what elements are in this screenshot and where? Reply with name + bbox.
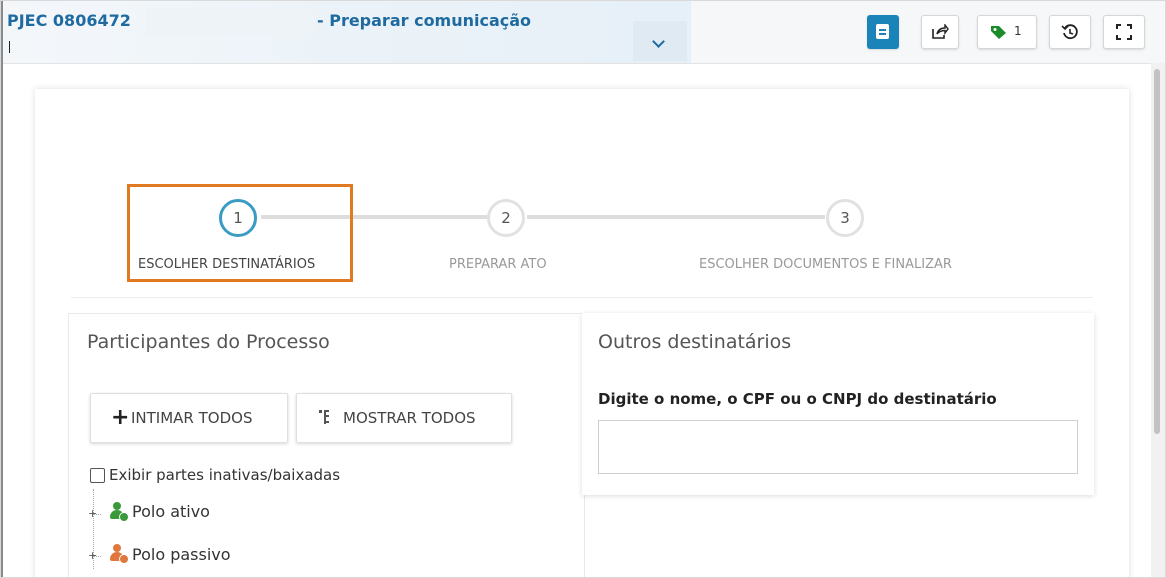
app-frame: PJEC 0806472 - Preparar comunicação 1 1 … — [0, 0, 1166, 578]
window-edge — [1, 1, 3, 577]
process-number: PJEC 0806472 — [7, 11, 131, 30]
fullscreen-icon — [1116, 24, 1132, 40]
person-icon-polo-ativo — [109, 502, 129, 522]
text-caret — [9, 41, 10, 53]
task-title: - Preparar comunicação — [317, 11, 532, 30]
scrollbar-thumb[interactable] — [1154, 69, 1160, 434]
recipient-search-label: Digite o nome, o CPF ou o CNPJ do destin… — [598, 390, 997, 408]
share-icon — [932, 24, 949, 39]
expand-toggle-icon[interactable]: + — [88, 549, 97, 562]
inactive-parties-label[interactable]: Exibir partes inativas/baixadas — [109, 466, 340, 484]
step-2-label[interactable]: PREPARAR ATO — [449, 257, 547, 272]
tree-expand-icon — [319, 410, 329, 424]
participants-title: Participantes do Processo — [87, 331, 330, 353]
plus-icon: + — [111, 405, 130, 430]
history-icon — [1061, 24, 1078, 40]
tree-node-polo-passivo[interactable]: Polo passivo — [132, 545, 231, 564]
tag-icon — [991, 26, 1006, 39]
share-button[interactable] — [921, 15, 959, 49]
mostrar-todos-label: MOSTRAR TODOS — [343, 409, 476, 427]
divider — [71, 297, 1093, 298]
task-header: PJEC 0806472 - Preparar comunicação 1 — [1, 1, 1165, 64]
chevron-down-icon — [652, 35, 665, 48]
collapse-header-button[interactable] — [633, 21, 687, 61]
recipient-search-input[interactable] — [598, 420, 1078, 474]
document-icon — [876, 24, 889, 39]
person-icon-polo-passivo — [109, 544, 129, 564]
inactive-parties-checkbox[interactable] — [90, 468, 105, 483]
intimar-todos-button[interactable]: + INTIMAR TODOS — [90, 393, 288, 443]
intimar-todos-label: INTIMAR TODOS — [131, 409, 253, 427]
document-view-button[interactable] — [867, 15, 899, 49]
tree-node-polo-ativo[interactable]: Polo ativo — [132, 502, 210, 521]
tags-count: 1 — [1014, 24, 1022, 38]
tags-button[interactable]: 1 — [977, 15, 1037, 49]
mostrar-todos-button[interactable]: MOSTRAR TODOS — [296, 393, 512, 443]
step-3-circle[interactable]: 3 — [826, 199, 864, 237]
expand-toggle-icon[interactable]: + — [88, 507, 97, 520]
redacted-area — [146, 9, 314, 35]
history-button[interactable] — [1049, 15, 1091, 49]
step-3-label[interactable]: ESCOLHER DOCUMENTOS E FINALIZAR — [699, 257, 952, 272]
outros-destinatarios-title: Outros destinatários — [598, 331, 792, 353]
step-2-circle[interactable]: 2 — [487, 199, 525, 237]
step-connector — [527, 215, 825, 219]
fullscreen-button[interactable] — [1103, 15, 1145, 49]
highlight-box — [127, 184, 353, 282]
